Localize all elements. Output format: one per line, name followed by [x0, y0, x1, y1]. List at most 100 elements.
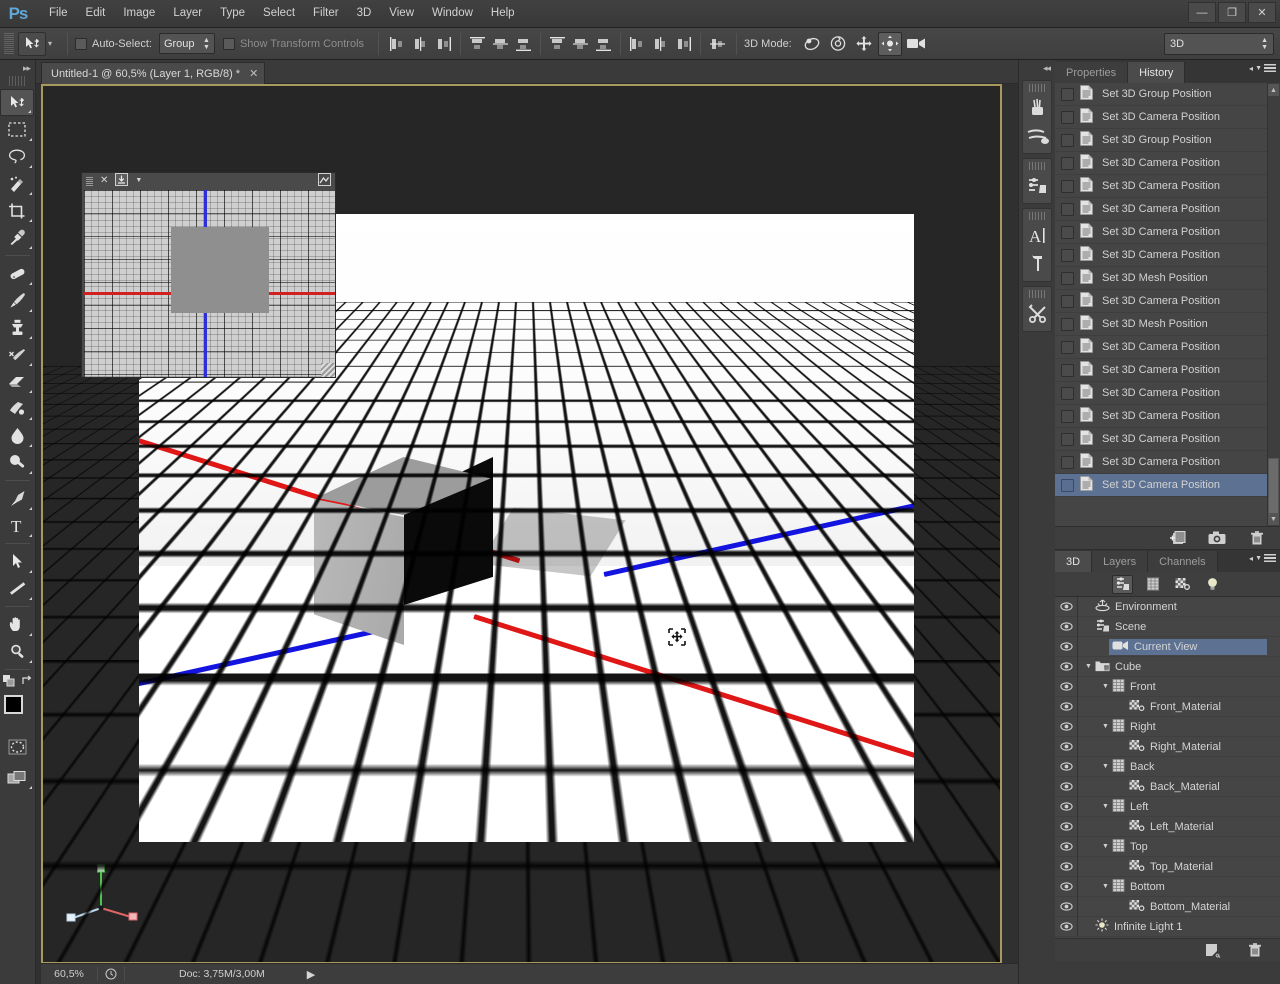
crop-tool[interactable]	[0, 197, 34, 224]
3d-tree-row[interactable]: Environment	[1055, 597, 1280, 617]
resize-grip-icon[interactable]	[321, 363, 335, 377]
history-state-source-checkbox[interactable]	[1061, 202, 1074, 216]
dock-group-grip[interactable]	[1029, 212, 1045, 220]
roll-3d-object-button[interactable]	[826, 32, 850, 56]
history-state-source-checkbox[interactable]	[1061, 294, 1074, 308]
3d-tree-row[interactable]: Back_Material	[1055, 776, 1280, 797]
history-state-row[interactable]: Set 3D Camera Position	[1055, 244, 1280, 267]
history-state-row[interactable]: Set 3D Group Position	[1055, 83, 1280, 106]
scale-3d-object-button[interactable]	[904, 32, 928, 56]
history-state-row[interactable]: Set 3D Camera Position	[1055, 405, 1280, 428]
align-right-edges-button[interactable]	[433, 33, 454, 54]
history-panel-menu[interactable]: ◂ ▼	[1249, 64, 1276, 73]
clone-stamp-tool[interactable]	[0, 314, 34, 341]
distribute-bottom-edges-button[interactable]	[593, 33, 614, 54]
history-state-row[interactable]: Set 3D Camera Position	[1055, 451, 1280, 474]
twirl-open-icon[interactable]: ▼	[1099, 803, 1112, 810]
3d-tree-row[interactable]: ▼ Top	[1055, 836, 1280, 857]
menu-window[interactable]: Window	[423, 3, 482, 24]
visibility-toggle-icon[interactable]	[1055, 701, 1077, 712]
3d-tree-row[interactable]: Left_Material	[1055, 816, 1280, 837]
dock-group-grip[interactable]	[1029, 162, 1045, 170]
twirl-open-icon[interactable]: ▼	[1099, 723, 1112, 730]
visibility-toggle-icon[interactable]	[1055, 661, 1077, 672]
tool-presets-panel-icon[interactable]	[1023, 300, 1052, 328]
history-state-row[interactable]: Set 3D Camera Position	[1055, 474, 1280, 497]
close-icon[interactable]: ✕	[249, 67, 258, 80]
3d-cube-mesh[interactable]	[314, 457, 494, 647]
history-state-row[interactable]: Set 3D Camera Position	[1055, 428, 1280, 451]
history-state-source-checkbox[interactable]	[1061, 478, 1074, 492]
secondary-view-titlebar[interactable]: ✕ ▼	[82, 173, 335, 189]
history-state-source-checkbox[interactable]	[1061, 386, 1074, 400]
brushes-panel-icon[interactable]	[1023, 94, 1052, 122]
swap-views-icon[interactable]	[115, 173, 129, 189]
3d-tree-row[interactable]: ▼ Back	[1055, 756, 1280, 777]
scroll-down-arrow-icon[interactable]: ▼	[1268, 513, 1279, 525]
3d-panel-menu[interactable]: ◂ ▼	[1249, 554, 1276, 563]
3d-tree-row[interactable]: Bottom_Material	[1055, 896, 1280, 917]
history-state-row[interactable]: Set 3D Camera Position	[1055, 336, 1280, 359]
auto-align-layers-button[interactable]	[707, 33, 728, 54]
create-document-from-current-state-button[interactable]	[1168, 530, 1186, 547]
history-state-source-checkbox[interactable]	[1061, 179, 1074, 193]
3d-tree-row[interactable]: ▼ Front	[1055, 676, 1280, 697]
visibility-toggle-icon[interactable]	[1055, 881, 1077, 892]
tab-3d[interactable]: 3D	[1055, 551, 1093, 572]
show-transform-controls-checkbox[interactable]	[222, 37, 235, 50]
tool-preset-chevron-down-icon[interactable]: ▾	[48, 39, 52, 48]
menu-3d[interactable]: 3D	[348, 3, 381, 24]
workspace-switcher[interactable]: 3D ▲ ▼	[1164, 33, 1274, 55]
options-bar-grip[interactable]	[4, 32, 14, 55]
3d-tree-row[interactable]: Infinite Light 1	[1055, 916, 1280, 937]
history-brush-tool[interactable]	[0, 341, 34, 368]
close-icon[interactable]: ✕	[100, 176, 108, 186]
dodge-tool[interactable]	[0, 449, 34, 476]
pen-tool[interactable]	[0, 485, 34, 512]
3d-tree-row[interactable]: Front_Material	[1055, 696, 1280, 717]
distribute-horizontal-centers-button[interactable]	[650, 33, 671, 54]
character-panel-icon[interactable]: A	[1023, 222, 1052, 250]
visibility-toggle-icon[interactable]	[1055, 641, 1077, 652]
zoom-tool[interactable]	[0, 638, 34, 665]
menu-edit[interactable]: Edit	[77, 3, 115, 24]
document-tab[interactable]: Untitled-1 @ 60,5% (Layer 1, RGB/8) * ✕	[41, 62, 266, 84]
3d-tree-row[interactable]: ▼ Right	[1055, 716, 1280, 737]
history-state-row[interactable]: Set 3D Mesh Position	[1055, 313, 1280, 336]
3d-scene-tree[interactable]: Environment Scene Current View ▼ Cube ▼ Front F…	[1055, 597, 1280, 938]
3d-tree-row[interactable]: Top_Material	[1055, 856, 1280, 877]
history-state-row[interactable]: Set 3D Camera Position	[1055, 221, 1280, 244]
restore-button[interactable]: ❐	[1218, 2, 1246, 23]
history-state-source-checkbox[interactable]	[1061, 409, 1074, 423]
distribute-right-edges-button[interactable]	[673, 33, 694, 54]
history-state-source-checkbox[interactable]	[1061, 432, 1074, 446]
visibility-toggle-icon[interactable]	[1055, 621, 1077, 632]
eraser-tool[interactable]	[0, 368, 34, 395]
history-state-source-checkbox[interactable]	[1061, 317, 1074, 331]
history-state-source-checkbox[interactable]	[1061, 133, 1074, 147]
visibility-toggle-icon[interactable]	[1055, 721, 1077, 732]
secondary-view-grip[interactable]	[86, 176, 93, 186]
history-state-source-checkbox[interactable]	[1061, 340, 1074, 354]
drag-3d-object-button[interactable]	[852, 32, 876, 56]
filter-whole-scene-button[interactable]	[1112, 574, 1133, 594]
foreground-color-swatch[interactable]	[3, 695, 23, 714]
move-tool-icon[interactable]	[18, 31, 46, 56]
visibility-toggle-icon[interactable]	[1055, 781, 1077, 792]
line-shape-tool[interactable]	[0, 575, 34, 602]
slide-3d-object-button[interactable]	[877, 31, 902, 56]
menu-layer[interactable]: Layer	[164, 3, 211, 24]
3d-tree-row[interactable]: Scene	[1055, 616, 1280, 637]
twirl-open-icon[interactable]: ▼	[1099, 843, 1112, 850]
edit-in-quick-mask-mode[interactable]	[0, 733, 34, 760]
cube-top-face[interactable]	[314, 457, 493, 519]
history-state-row[interactable]: Set 3D Camera Position	[1055, 198, 1280, 221]
history-state-source-checkbox[interactable]	[1061, 455, 1074, 469]
history-scrollbar[interactable]: ▲ ▼	[1267, 83, 1280, 526]
history-state-source-checkbox[interactable]	[1061, 271, 1074, 285]
history-state-source-checkbox[interactable]	[1061, 110, 1074, 124]
distribute-left-edges-button[interactable]	[627, 33, 648, 54]
create-new-snapshot-button[interactable]	[1208, 530, 1226, 547]
chevron-down-icon[interactable]: ▼	[135, 176, 142, 186]
adjustments-panel-icon[interactable]	[1023, 172, 1052, 200]
